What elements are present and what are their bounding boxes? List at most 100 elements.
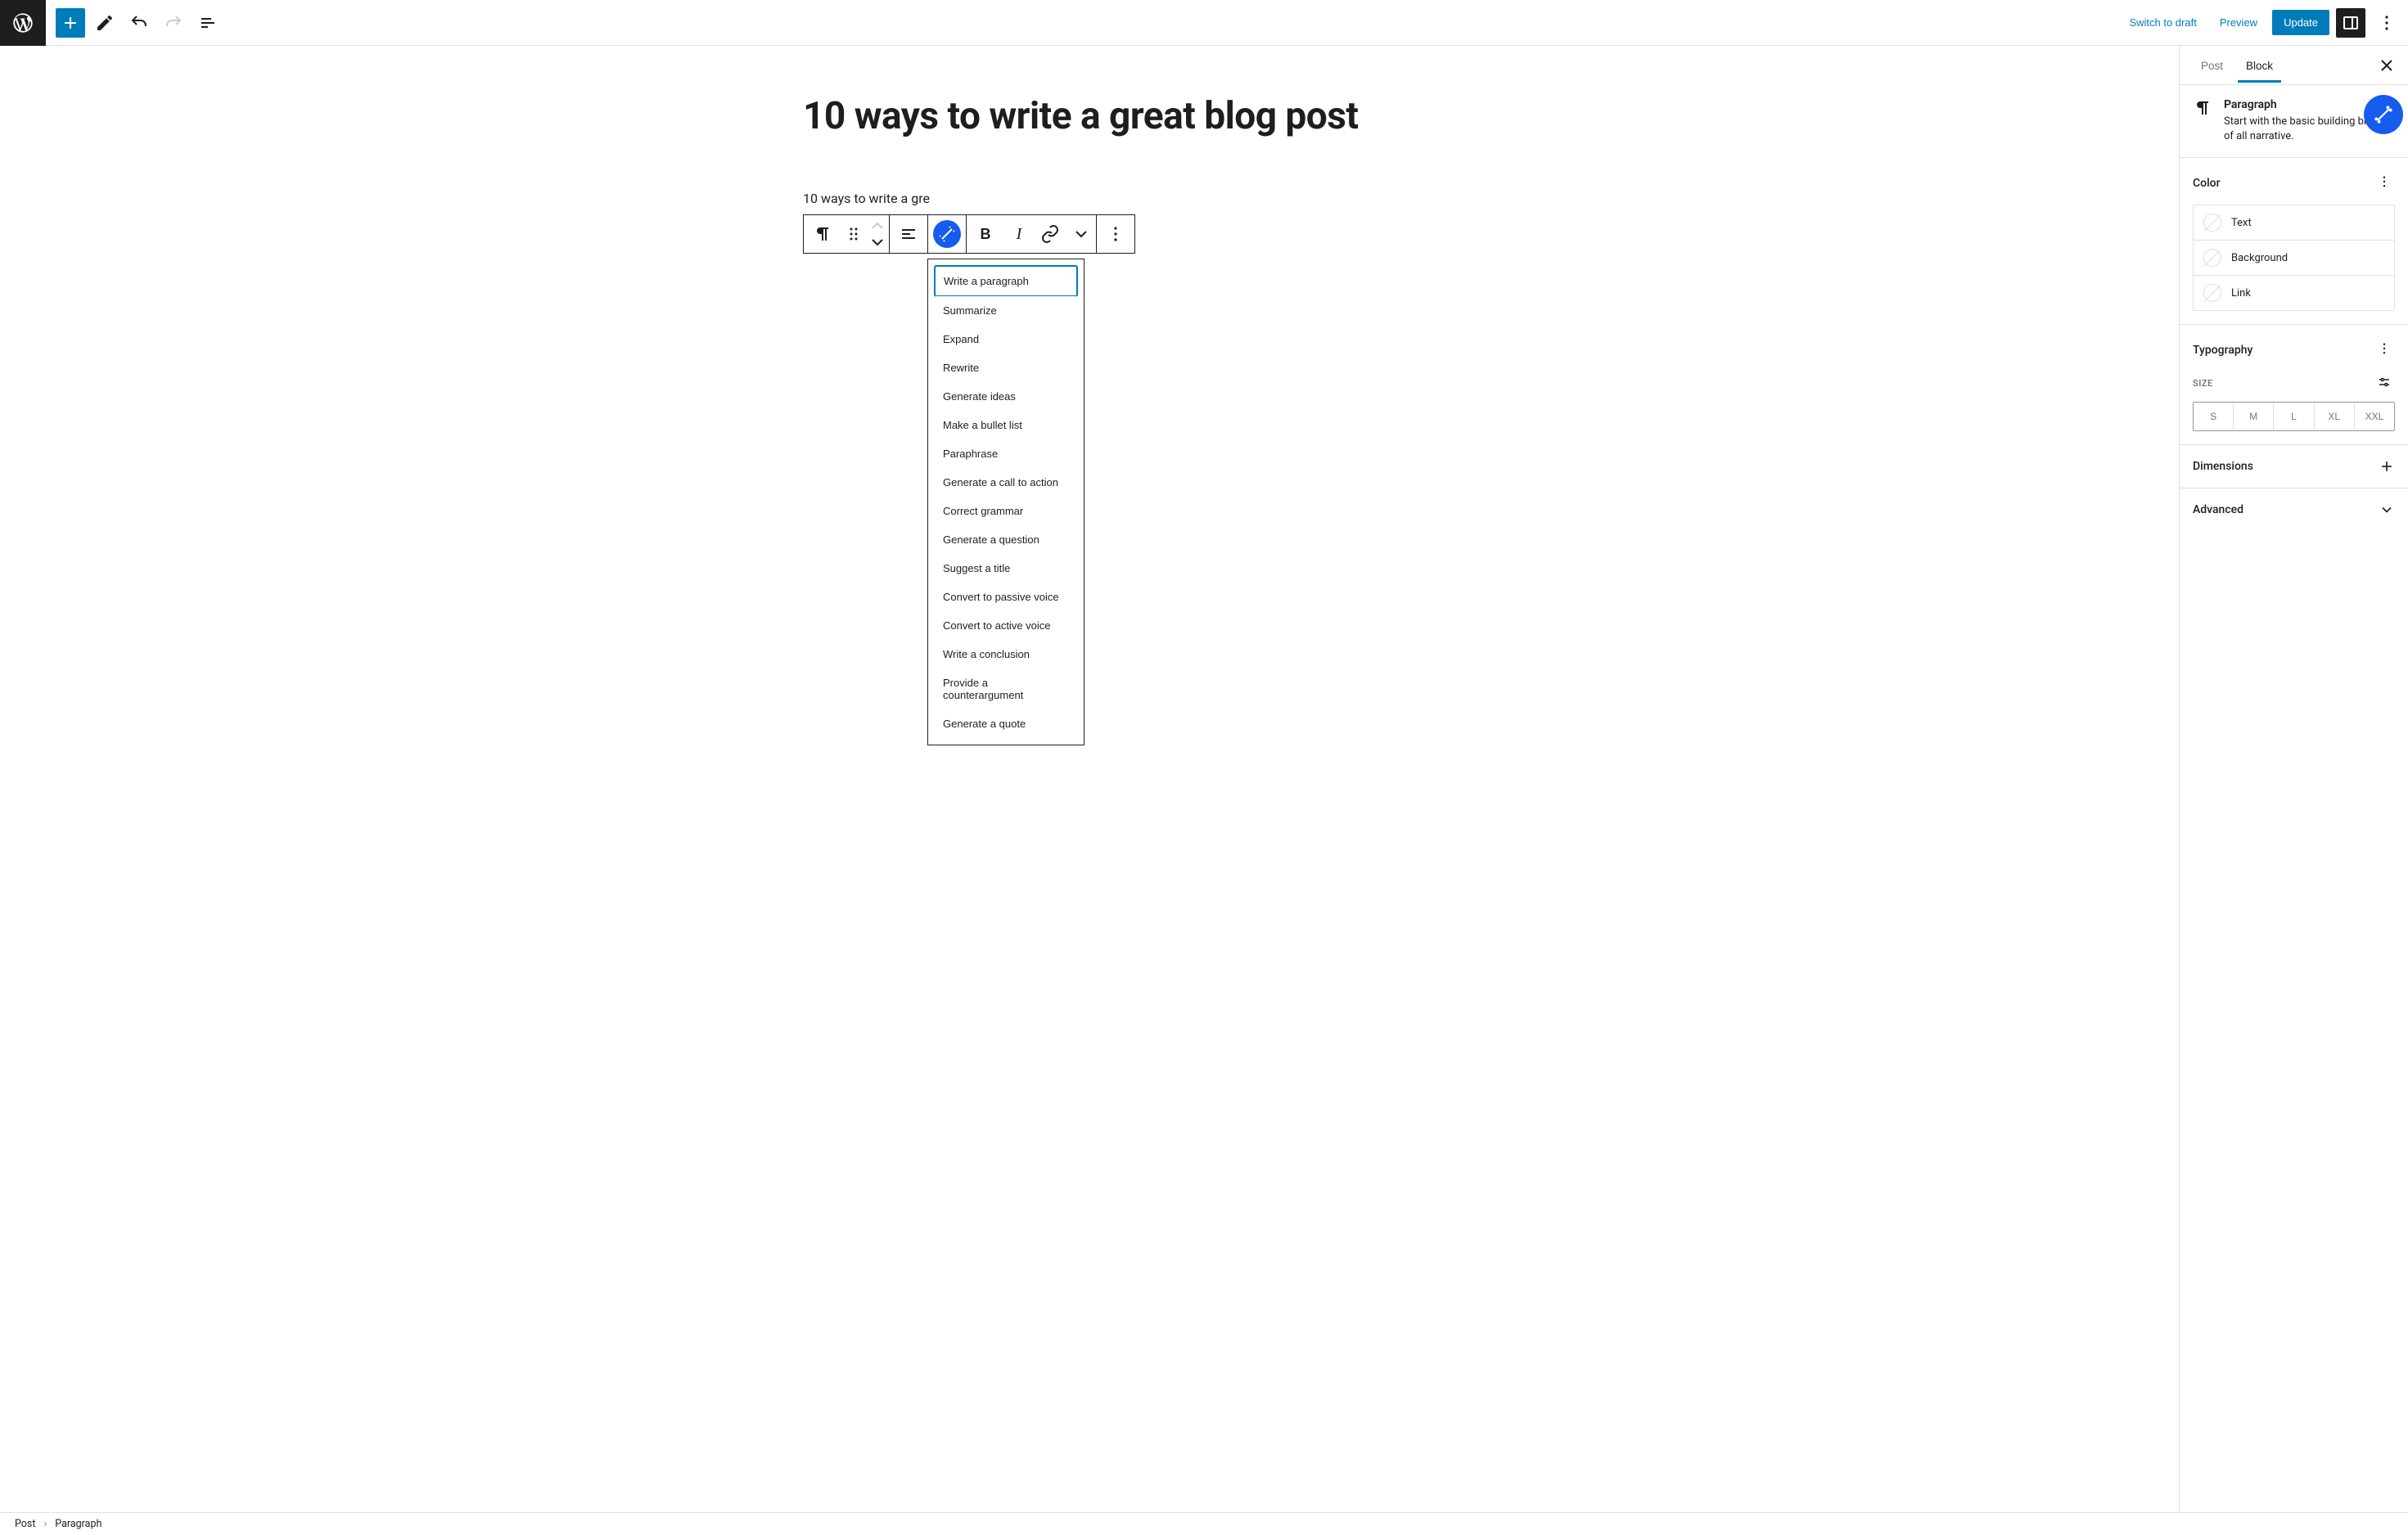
dimensions-panel[interactable]: Dimensions: [2180, 445, 2408, 488]
list-view-icon: [198, 13, 218, 33]
size-button[interactable]: M: [2234, 403, 2274, 430]
ai-menu-item[interactable]: Generate ideas: [935, 382, 1077, 411]
size-button[interactable]: S: [2194, 403, 2234, 430]
edit-mode-button[interactable]: [90, 8, 119, 38]
italic-button[interactable]: I: [1004, 215, 1034, 253]
tab-block[interactable]: Block: [2238, 48, 2281, 82]
size-button[interactable]: XXL: [2355, 403, 2394, 430]
align-button[interactable]: [890, 215, 927, 253]
more-vertical-icon: [2377, 174, 2392, 189]
italic-icon: I: [1017, 225, 1022, 244]
ai-menu-item[interactable]: Expand: [935, 325, 1077, 353]
update-button[interactable]: Update: [2272, 10, 2329, 35]
ai-menu-item[interactable]: Convert to active voice: [935, 611, 1077, 640]
settings-sidebar: Post Block Paragraph Start with the basi…: [2179, 46, 2408, 1512]
link-button[interactable]: [1034, 215, 1066, 253]
redo-button[interactable]: [159, 8, 188, 38]
color-swatch-empty: [2203, 249, 2221, 267]
magic-wand-icon: [2373, 104, 2394, 125]
tab-post[interactable]: Post: [2193, 48, 2231, 82]
editor-canvas[interactable]: 10 ways to write a great blog post 10 wa…: [0, 46, 2179, 1512]
post-title[interactable]: 10 ways to write a great blog post: [803, 95, 1376, 138]
ai-menu-item[interactable]: Generate a quote: [935, 709, 1077, 738]
breadcrumb-post[interactable]: Post: [15, 1518, 35, 1530]
color-options-button[interactable]: [2374, 171, 2395, 195]
ai-menu-item[interactable]: Make a bullet list: [935, 411, 1077, 439]
move-up-button[interactable]: [868, 218, 887, 234]
ai-menu-item[interactable]: Write a conclusion: [935, 640, 1077, 668]
color-swatch-empty: [2203, 214, 2221, 232]
ai-menu-item[interactable]: Write a paragraph: [935, 266, 1077, 296]
ai-menu-item[interactable]: Correct grammar: [935, 497, 1077, 525]
ai-menu-item[interactable]: Generate a question: [935, 525, 1077, 554]
wordpress-icon: [11, 11, 34, 34]
chevron-up-icon: [871, 222, 884, 230]
close-sidebar-button[interactable]: [2372, 51, 2401, 80]
ai-fab-button[interactable]: [2364, 95, 2403, 134]
color-row[interactable]: Text: [2194, 205, 2394, 241]
advanced-panel[interactable]: Advanced: [2180, 488, 2408, 531]
size-label: SIZE: [2193, 378, 2213, 389]
block-type-button[interactable]: [804, 215, 841, 253]
ai-menu-item[interactable]: Provide a counterargument: [935, 668, 1077, 709]
dimensions-title: Dimensions: [2193, 460, 2253, 473]
settings-sidebar-toggle[interactable]: [2336, 8, 2365, 38]
undo-button[interactable]: [124, 8, 154, 38]
redo-icon: [164, 13, 183, 33]
color-row[interactable]: Background: [2194, 241, 2394, 276]
bold-icon: B: [981, 226, 991, 243]
document-overview-button[interactable]: [193, 8, 223, 38]
more-vertical-icon: [2377, 341, 2392, 356]
size-button[interactable]: L: [2274, 403, 2314, 430]
sidebar-tabs: Post Block: [2180, 46, 2408, 85]
ai-menu-item[interactable]: Rewrite: [935, 353, 1077, 382]
align-left-icon: [899, 224, 918, 244]
size-settings-button[interactable]: [2374, 371, 2395, 395]
chevron-down-icon: [2379, 502, 2395, 518]
close-icon: [2377, 56, 2397, 75]
bold-button[interactable]: B: [967, 215, 1004, 253]
breadcrumb-paragraph[interactable]: Paragraph: [55, 1518, 101, 1530]
plus-icon: [2379, 458, 2395, 475]
ai-menu-item[interactable]: Convert to passive voice: [935, 583, 1077, 611]
more-rich-text-button[interactable]: [1066, 215, 1096, 253]
ai-menu-item[interactable]: Generate a call to action: [935, 468, 1077, 497]
drag-handle[interactable]: [841, 215, 866, 253]
size-button[interactable]: XL: [2315, 403, 2355, 430]
options-menu-button[interactable]: [2372, 8, 2401, 38]
typography-section: Typography SIZE SMLXLXXL: [2180, 325, 2408, 445]
ai-menu-item[interactable]: Summarize: [935, 296, 1077, 325]
color-row[interactable]: Link: [2194, 276, 2394, 310]
move-buttons: [866, 218, 889, 250]
ai-actions-menu: Write a paragraphSummarizeExpandRewriteG…: [927, 259, 1085, 745]
block-options-button[interactable]: [1097, 215, 1134, 253]
ai-assistant-button[interactable]: [928, 215, 966, 253]
typography-options-button[interactable]: [2374, 338, 2395, 362]
preview-button[interactable]: Preview: [2212, 10, 2266, 35]
move-down-button[interactable]: [868, 234, 887, 250]
advanced-title: Advanced: [2193, 503, 2243, 516]
magic-wand-icon: [937, 224, 957, 244]
wordpress-logo[interactable]: [0, 0, 46, 46]
chevron-down-icon: [1071, 224, 1091, 244]
color-row-label: Text: [2231, 217, 2252, 229]
ai-menu-item[interactable]: Paraphrase: [935, 439, 1077, 468]
more-vertical-icon: [1106, 224, 1125, 244]
paragraph-block[interactable]: 10 ways to write a gre: [803, 191, 1376, 206]
undo-icon: [129, 13, 149, 33]
typography-section-title: Typography: [2193, 344, 2252, 357]
block-toolbar: B I: [803, 214, 1135, 254]
sidebar-icon: [2341, 13, 2361, 33]
more-vertical-icon: [2377, 13, 2397, 33]
pencil-icon: [95, 13, 115, 33]
switch-to-draft-button[interactable]: Switch to draft: [2121, 10, 2204, 35]
breadcrumb-footer: Post › Paragraph: [0, 1512, 2408, 1535]
drag-icon: [844, 224, 864, 244]
color-row-label: Link: [2231, 287, 2251, 299]
color-row-label: Background: [2231, 252, 2288, 264]
link-icon: [1040, 224, 1060, 244]
sliders-icon: [2377, 375, 2392, 389]
ai-menu-item[interactable]: Suggest a title: [935, 554, 1077, 583]
chevron-down-icon: [871, 238, 884, 246]
add-block-button[interactable]: [56, 8, 85, 38]
